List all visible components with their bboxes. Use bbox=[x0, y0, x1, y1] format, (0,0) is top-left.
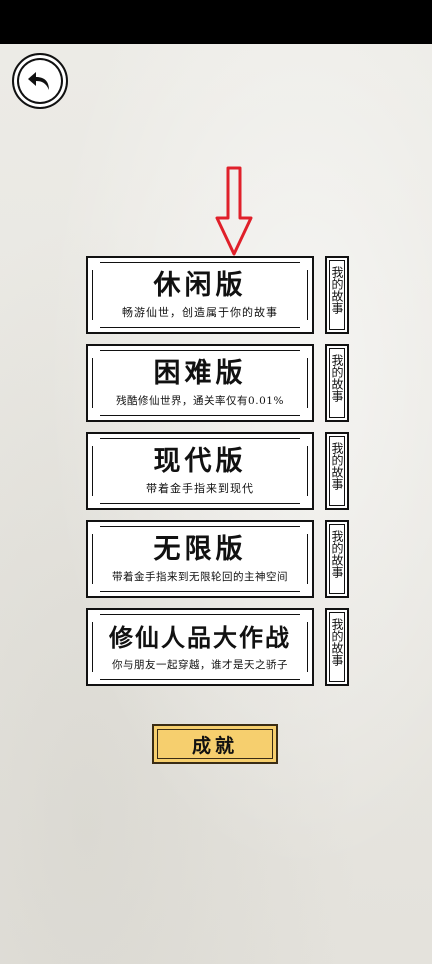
mode-title: 休闲版 bbox=[153, 270, 247, 301]
my-story-button-casual[interactable]: 我的故事 bbox=[325, 256, 349, 334]
mode-card-infinite[interactable]: 无限版 带着金手指来到无限轮回的主神空间 bbox=[86, 520, 314, 598]
my-story-button-infinite[interactable]: 我的故事 bbox=[325, 520, 349, 598]
red-down-arrow-icon bbox=[215, 166, 253, 256]
mode-title: 困难版 bbox=[153, 358, 247, 389]
story-label: 我的故事 bbox=[330, 266, 344, 314]
story-label: 我的故事 bbox=[330, 530, 344, 578]
mode-card-hard[interactable]: 困难版 残酷修仙世界，通关率仅有0.01% bbox=[86, 344, 314, 422]
my-story-button-modern[interactable]: 我的故事 bbox=[325, 432, 349, 510]
mode-subtitle: 你与朋友一起穿越，谁才是天之骄子 bbox=[112, 659, 288, 671]
mode-subtitle: 畅游仙世，创造属于你的故事 bbox=[122, 306, 278, 319]
mode-title: 修仙人品大作战 bbox=[109, 623, 291, 652]
mode-title: 现代版 bbox=[153, 446, 247, 477]
story-label: 我的故事 bbox=[330, 354, 344, 402]
mode-card-battle[interactable]: 修仙人品大作战 你与朋友一起穿越，谁才是天之骄子 bbox=[86, 608, 314, 686]
mode-card-casual[interactable]: 休闲版 畅游仙世，创造属于你的故事 bbox=[86, 256, 314, 334]
mode-title: 无限版 bbox=[153, 534, 247, 565]
story-label: 我的故事 bbox=[330, 618, 344, 666]
status-bar bbox=[0, 0, 432, 44]
mode-card-modern[interactable]: 现代版 带着金手指来到现代 bbox=[86, 432, 314, 510]
back-button[interactable] bbox=[12, 53, 68, 109]
undo-arrow-icon bbox=[28, 72, 49, 90]
mode-subtitle: 带着金手指来到无限轮回的主神空间 bbox=[112, 571, 288, 583]
my-story-button-hard[interactable]: 我的故事 bbox=[325, 344, 349, 422]
my-story-button-battle[interactable]: 我的故事 bbox=[325, 608, 349, 686]
mode-subtitle: 残酷修仙世界，通关率仅有0.01% bbox=[116, 395, 284, 407]
story-label: 我的故事 bbox=[330, 442, 344, 490]
mode-subtitle: 带着金手指来到现代 bbox=[146, 482, 254, 495]
achievement-button[interactable]: 成就 bbox=[152, 724, 278, 764]
